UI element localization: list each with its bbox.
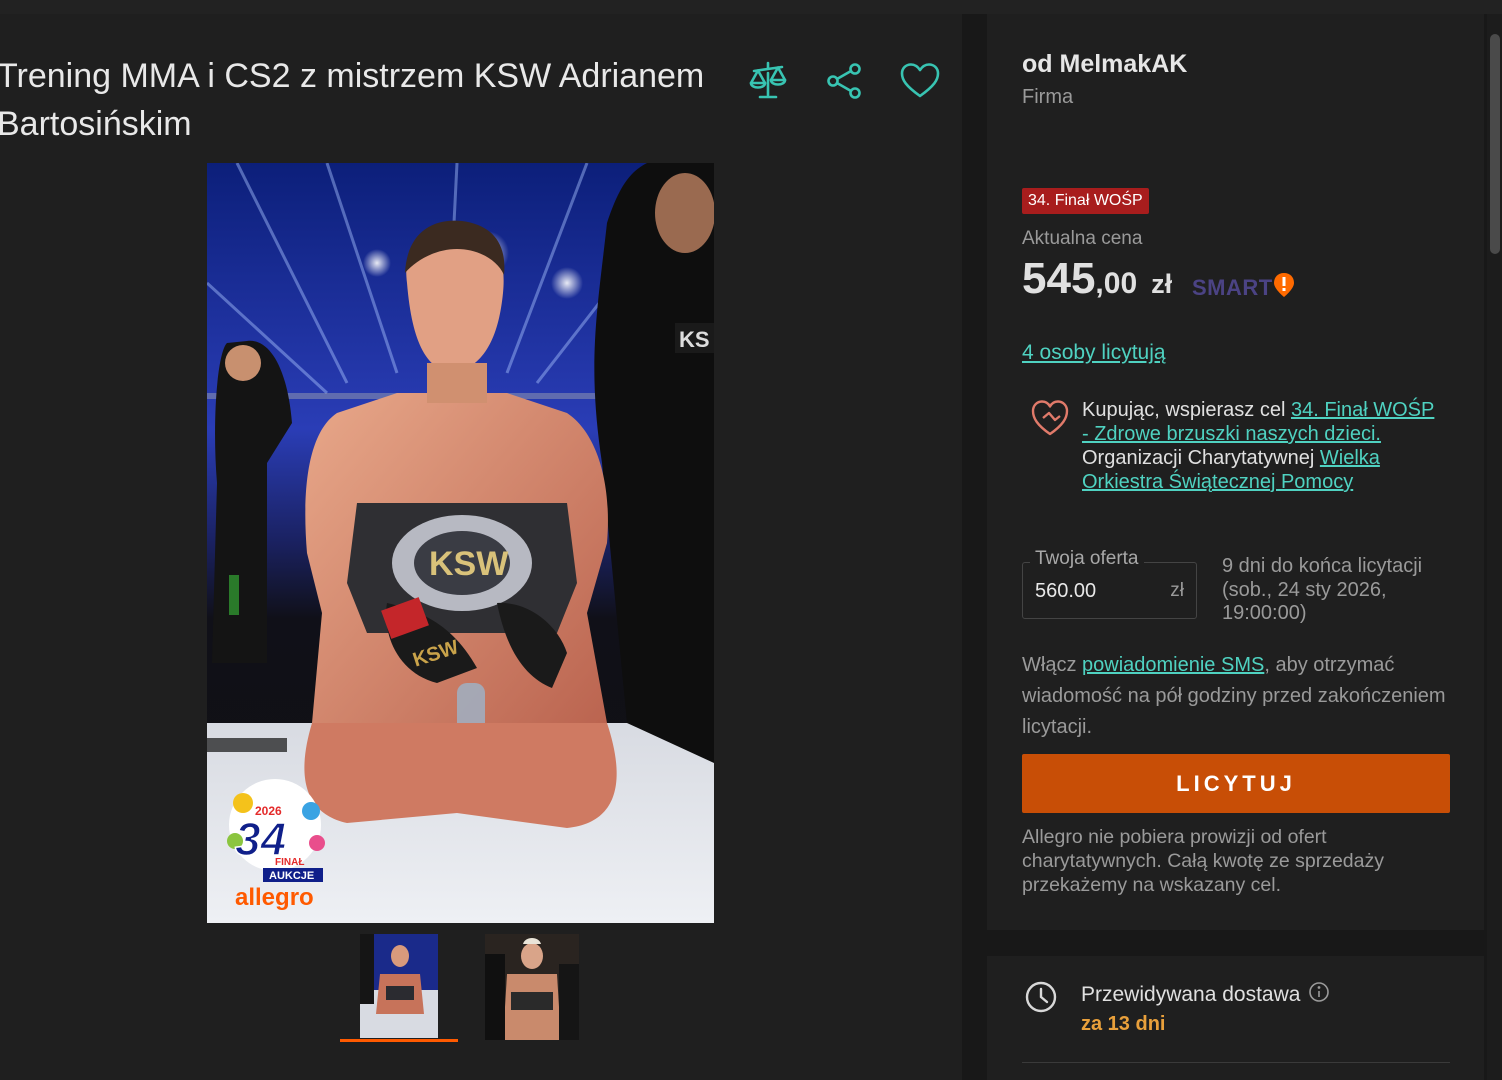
commission-note: Allegro nie pobiera prowizji od ofert ch… — [1022, 826, 1384, 896]
sms-link[interactable]: powiadomienie SMS — [1082, 654, 1264, 676]
seller-name[interactable]: od MelmakAK — [1022, 50, 1187, 79]
offer-label: Twoja oferta — [1030, 548, 1144, 570]
compare-icon[interactable] — [745, 58, 791, 104]
seller-type: Firma — [1022, 86, 1074, 108]
logo-brand: allegro — [235, 884, 314, 911]
delivery-value: za 13 dni — [1081, 1013, 1166, 1035]
charity-prefix: Kupując, wspierasz cel — [1082, 399, 1291, 421]
main-product-image[interactable]: KS KSW KSW 2026 34 FINAŁ AUKCJE allegro — [207, 163, 714, 923]
sms-prefix: Włącz — [1022, 654, 1082, 676]
top-bar — [0, 0, 1502, 14]
heart-icon[interactable] — [897, 58, 943, 104]
thumbnail-1[interactable] — [340, 934, 458, 1042]
smart-badge[interactable]: SMART — [1192, 272, 1295, 303]
price-decimal: ,00 — [1095, 267, 1138, 300]
delivery-label: Przewidywana dostawa — [1081, 983, 1301, 1006]
price-currency: zł — [1151, 269, 1173, 299]
offer-currency: zł — [1170, 580, 1184, 601]
clock-icon — [1024, 980, 1058, 1019]
smart-info-icon — [1273, 272, 1295, 303]
offer-value[interactable]: 560.00 — [1035, 580, 1096, 603]
price-integer: 545 — [1022, 254, 1096, 303]
sms-notice: Włącz powiadomienie SMS, aby otrzymać wi… — [1022, 650, 1462, 743]
logo-line2: AUKCJE — [269, 870, 314, 882]
svg-text:KS: KS — [679, 327, 710, 352]
thumbnail-2[interactable] — [473, 934, 591, 1042]
price-label: Aktualna cena — [1022, 228, 1143, 249]
scrollbar-thumb[interactable] — [1490, 34, 1500, 254]
listing-title: Trening MMA i CS2 z mistrzem KSW Adriane… — [0, 57, 705, 143]
charity-info: Kupując, wspierasz cel 34. Finał WOŚP - … — [1030, 398, 1440, 494]
thumbnail-strip — [340, 934, 591, 1042]
logo-line1: FINAŁ — [275, 857, 304, 868]
divider — [1022, 1062, 1450, 1063]
charity-badge: 34. Finał WOŚP — [1022, 188, 1149, 214]
scrollbar[interactable] — [1487, 14, 1502, 1080]
share-icon[interactable] — [821, 58, 867, 104]
offer-input[interactable]: 560.00 zł — [1022, 562, 1197, 619]
bid-button[interactable]: LICYTUJ — [1022, 754, 1450, 813]
svg-text:KSW: KSW — [429, 545, 509, 583]
smart-label: SMART — [1192, 274, 1273, 300]
listing-actions — [745, 58, 943, 104]
charity-org-prefix: Organizacji Charytatywnej — [1082, 447, 1320, 469]
charity-text: Kupując, wspierasz cel 34. Finał WOŚP - … — [1082, 398, 1440, 494]
auction-time-left: 9 dni do końca licytacji (sob., 24 sty 2… — [1222, 555, 1423, 624]
info-icon[interactable] — [1308, 981, 1330, 1009]
bidders-link[interactable]: 4 osoby licytują — [1022, 341, 1166, 365]
charity-heart-icon — [1030, 398, 1070, 494]
current-price: 545 ,00 zł — [1022, 254, 1172, 304]
delivery-label-row: Przewidywana dostawa — [1081, 981, 1330, 1009]
